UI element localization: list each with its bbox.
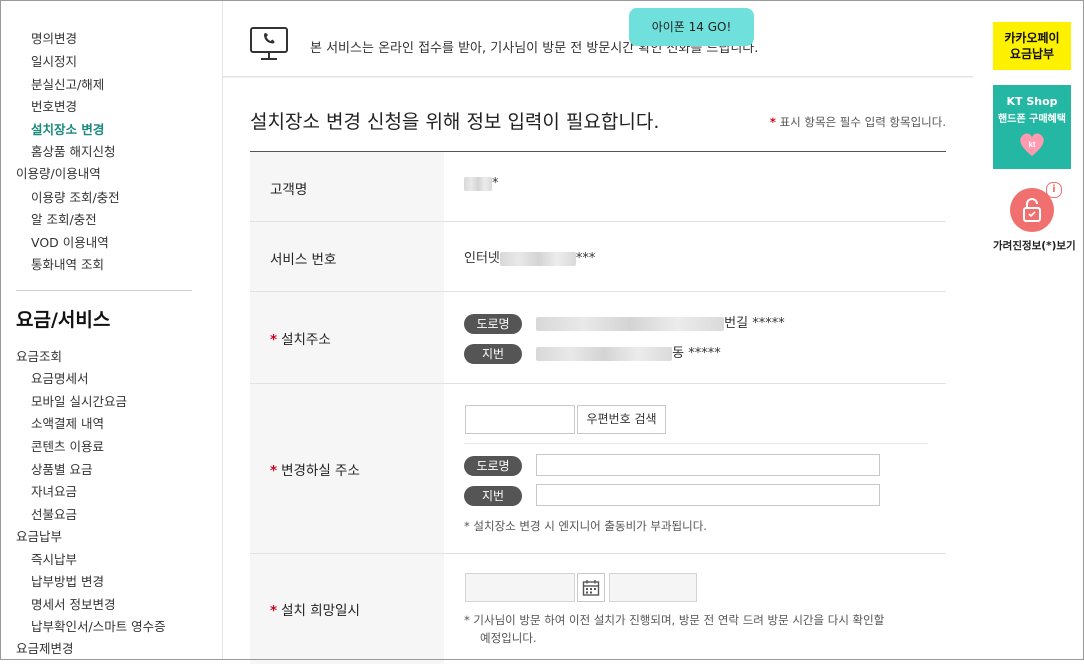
row-visit-datetime: * 설치 희망일시 * 기사님이 방문 하여 이전 설치가 진행되며, 방문 전 … <box>250 554 946 664</box>
visit-time-select[interactable] <box>609 573 697 602</box>
new-jibun-address-input[interactable] <box>536 484 880 506</box>
sidebar-item-call-history[interactable]: 통화내역 조회 <box>31 254 104 273</box>
masked-name <box>464 176 492 191</box>
sidebar-item-install-location-change[interactable]: 설치장소 변경 <box>31 119 104 138</box>
install-address-jibun: 지번 동 ***** <box>464 342 721 364</box>
zipcode-search-button[interactable]: 우편번호 검색 <box>577 405 666 434</box>
visit-datetime-label: * 설치 희망일시 <box>270 603 360 619</box>
sidebar-item-name-change[interactable]: 명의변경 <box>31 28 77 47</box>
sidebar-item-home-cancel[interactable]: 홈상품 해지신청 <box>31 141 115 160</box>
calendar-button[interactable] <box>577 573 605 602</box>
sidebar-item-bill-inquiry[interactable]: 요금조회 <box>16 346 62 365</box>
sidebar-item-lost-report[interactable]: 분실신고/해제 <box>31 74 104 93</box>
sidebar-item-bill-statement[interactable]: 요금명세서 <box>31 368 89 387</box>
row-service-number: 서비스 번호 인터넷 *** <box>250 222 946 292</box>
required-note-text: 표시 항목은 필수 입력 항목입니다. <box>779 115 946 129</box>
customer-value: * <box>464 176 499 191</box>
masked-jibun-address <box>536 346 673 361</box>
service-number-value: 인터넷 *** <box>464 251 596 266</box>
zipcode-input[interactable] <box>465 405 575 434</box>
row-customer: 고객명 * <box>250 152 946 222</box>
sidebar-item-payment[interactable]: 요금납부 <box>16 526 62 545</box>
sidebar-item-vod-history[interactable]: VOD 이용내역 <box>31 232 109 251</box>
sidebar-item-mobile-realtime[interactable]: 모바일 실시간요금 <box>31 391 127 410</box>
install-address-label: * 설치주소 <box>270 332 331 348</box>
form-title: 설치장소 변경 신청을 위해 정보 입력이 필요합니다. <box>250 111 660 133</box>
sidebar: 명의변경 일시정지 분실신고/해제 번호변경 설치장소 변경 홈상품 해지신청 … <box>0 0 223 660</box>
main-content: 본 서비스는 온라인 접수를 받아, 기사님이 방문 전 방문시간 확인 전화를… <box>223 0 973 664</box>
engineer-fee-note: * 설치장소 변경 시 엔지니어 출동비가 부과됩니다. <box>464 519 707 533</box>
promo-bubble[interactable]: 아이폰 14 GO! <box>629 8 754 46</box>
right-rail: 카카오페이 요금납부 KT Shop 핸드폰 구매혜택 kt i 가려진정보(*… <box>974 0 1084 660</box>
sidebar-item-al-charge[interactable]: 알 조회/충전 <box>31 209 97 228</box>
monitor-phone-icon <box>250 27 288 60</box>
new-road-address-input[interactable] <box>536 454 880 476</box>
masked-service-number <box>499 251 576 266</box>
heart-icon: kt <box>1020 133 1044 156</box>
form-table: 고객명 * 서비스 번호 인터넷*** *설치주소 도로명 번길 ***** <box>250 151 946 664</box>
visit-date-input[interactable] <box>465 573 575 602</box>
install-address-road: 도로명 번길 ***** <box>464 312 785 334</box>
svg-text:kt: kt <box>1028 140 1035 149</box>
calendar-icon <box>582 580 600 596</box>
required-star: * <box>769 115 776 129</box>
new-jibun-pill: 지번 <box>464 486 522 506</box>
required-note: * 표시 항목은 필수 입력 항목입니다. <box>770 114 946 130</box>
sidebar-item-child-fee[interactable]: 자녀요금 <box>31 481 77 500</box>
new-address-label: * 변경하실 주소 <box>270 463 360 479</box>
sidebar-item-micropayment[interactable]: 소액결제 내역 <box>31 413 104 432</box>
sidebar-item-instant-pay[interactable]: 즉시납부 <box>31 549 77 568</box>
sidebar-heading: 요금/서비스 <box>16 309 111 331</box>
sidebar-item-suspend[interactable]: 일시정지 <box>31 51 77 70</box>
sidebar-item-receipt[interactable]: 납부확인서/스마트 영수증 <box>31 616 166 635</box>
row-new-address: * 변경하실 주소 우편번호 검색 도로명 지번 * 설치장소 변경 시 엔지니어… <box>250 384 946 554</box>
sidebar-divider <box>16 290 192 291</box>
sidebar-item-payment-method[interactable]: 납부방법 변경 <box>31 571 104 590</box>
privacy-reveal-button[interactable]: i 가려진정보(*)보기 <box>993 182 1076 253</box>
road-name-pill: 도로명 <box>464 313 522 334</box>
sidebar-item-usage-charge[interactable]: 이용량 조회/충전 <box>31 187 120 206</box>
sidebar-item-number-change[interactable]: 번호변경 <box>31 96 77 115</box>
info-icon: i <box>1046 182 1062 198</box>
privacy-reveal-label: 가려진정보(*)보기 <box>993 240 1076 252</box>
customer-label: 고객명 <box>270 182 308 198</box>
jibun-pill: 지번 <box>464 343 522 364</box>
sidebar-item-usage[interactable]: 이용량/이용내역 <box>16 163 101 182</box>
service-number-label: 서비스 번호 <box>270 252 337 268</box>
visit-note: * 기사님이 방문 하여 이전 설치가 진행되며, 방문 전 연락 드려 방문 … <box>464 613 885 645</box>
masked-road-address <box>536 316 725 331</box>
sidebar-item-prepaid[interactable]: 선불요금 <box>31 504 77 523</box>
sidebar-item-statement-info[interactable]: 명세서 정보변경 <box>31 594 115 613</box>
address-divider <box>464 443 928 444</box>
kakaopay-banner[interactable]: 카카오페이 요금납부 <box>993 22 1071 70</box>
row-install-address: * 설치주소 도로명 번길 ***** 지번 동 ***** <box>250 292 946 384</box>
sidebar-item-plan-change[interactable]: 요금제변경 <box>16 638 74 657</box>
form-card: 설치장소 변경 신청을 위해 정보 입력이 필요합니다. * 표시 항목은 필수… <box>223 78 973 664</box>
new-road-pill: 도로명 <box>464 456 522 476</box>
sidebar-item-content-fee[interactable]: 콘텐츠 이용료 <box>31 436 104 455</box>
ktshop-banner[interactable]: KT Shop 핸드폰 구매혜택 kt <box>993 85 1071 169</box>
notice-bar: 본 서비스는 온라인 접수를 받아, 기사님이 방문 전 방문시간 확인 전화를… <box>223 0 973 77</box>
sidebar-item-product-fee[interactable]: 상품별 요금 <box>31 459 92 478</box>
